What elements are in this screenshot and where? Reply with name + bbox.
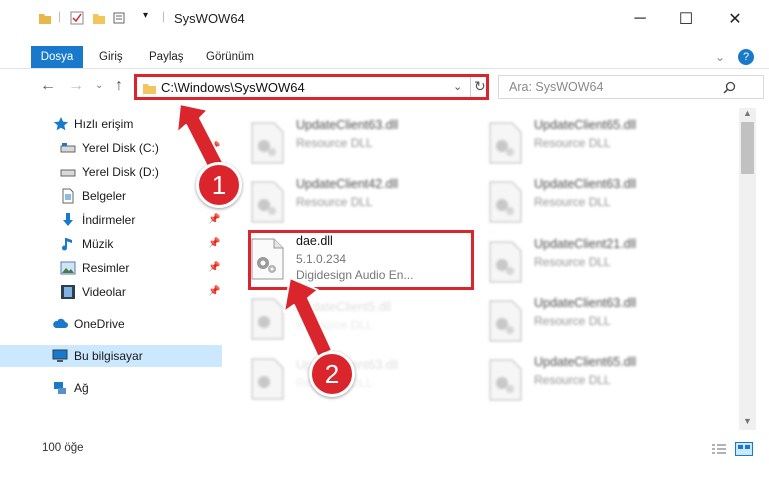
arrow-2 <box>283 277 333 358</box>
callout-arrows <box>176 103 333 358</box>
callout-badge-2: 2 <box>309 351 355 397</box>
callout-badge-1: 1 <box>196 162 242 208</box>
